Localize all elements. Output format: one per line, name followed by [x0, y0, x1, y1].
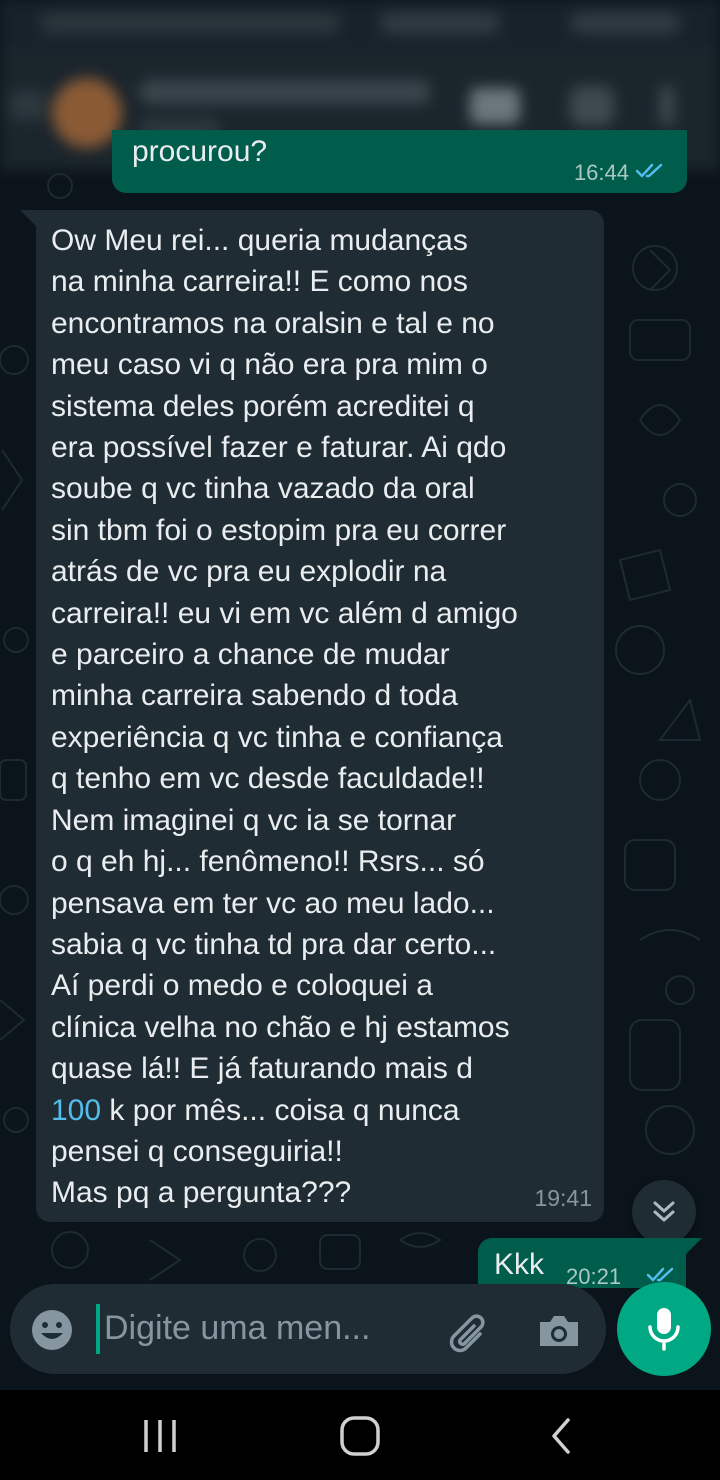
- back-arrow-icon[interactable]: [10, 90, 46, 120]
- bubble-tail: [684, 1238, 702, 1256]
- read-ticks-icon: [635, 163, 663, 178]
- phone-call-icon[interactable]: [570, 86, 614, 126]
- double-chevron-down-icon: [653, 1201, 675, 1222]
- contact-name[interactable]: [140, 80, 430, 104]
- emoji-icon[interactable]: [30, 1308, 74, 1352]
- message-text: Ow Meu rei... queria mudanças na minha c…: [51, 220, 596, 1214]
- outgoing-message-top[interactable]: procurou? 16:44: [112, 130, 687, 193]
- recent-apps-icon[interactable]: [140, 1416, 180, 1456]
- home-icon[interactable]: [338, 1414, 382, 1458]
- more-options-icon[interactable]: [660, 86, 674, 126]
- message-text: procurou?: [132, 135, 268, 168]
- message-text-part: k por mês... coisa q nunca pensei q cons…: [51, 1093, 460, 1210]
- message-time: 20:21: [566, 1264, 622, 1288]
- incoming-message[interactable]: Ow Meu rei... queria mudanças na minha c…: [20, 210, 604, 1222]
- voice-message-button[interactable]: [617, 1282, 711, 1376]
- message-time: 19:41: [534, 1185, 592, 1211]
- camera-icon[interactable]: [534, 1306, 584, 1356]
- message-text-part: Ow Meu rei... queria mudanças na minha c…: [51, 224, 518, 1086]
- bubble-tail: [20, 210, 38, 228]
- scroll-to-bottom-button[interactable]: [632, 1180, 696, 1244]
- mic-icon: [648, 1308, 680, 1351]
- message-time: 16:44: [573, 160, 629, 185]
- message-input[interactable]: [96, 1298, 434, 1358]
- back-icon[interactable]: [546, 1416, 576, 1456]
- system-navigation-bar: [0, 1390, 720, 1480]
- paperclip-icon[interactable]: [446, 1306, 496, 1356]
- phone-number-link[interactable]: 100: [51, 1094, 101, 1127]
- status-bar: [0, 0, 720, 50]
- message-text: Kkk: [494, 1248, 545, 1281]
- chat-screen: procurou? 16:44 Ow Meu rei... queria mud…: [0, 0, 720, 1480]
- outgoing-message-bottom[interactable]: Kkk 20:21: [478, 1238, 686, 1288]
- video-call-icon[interactable]: [470, 88, 520, 124]
- message-composer: [10, 1284, 606, 1374]
